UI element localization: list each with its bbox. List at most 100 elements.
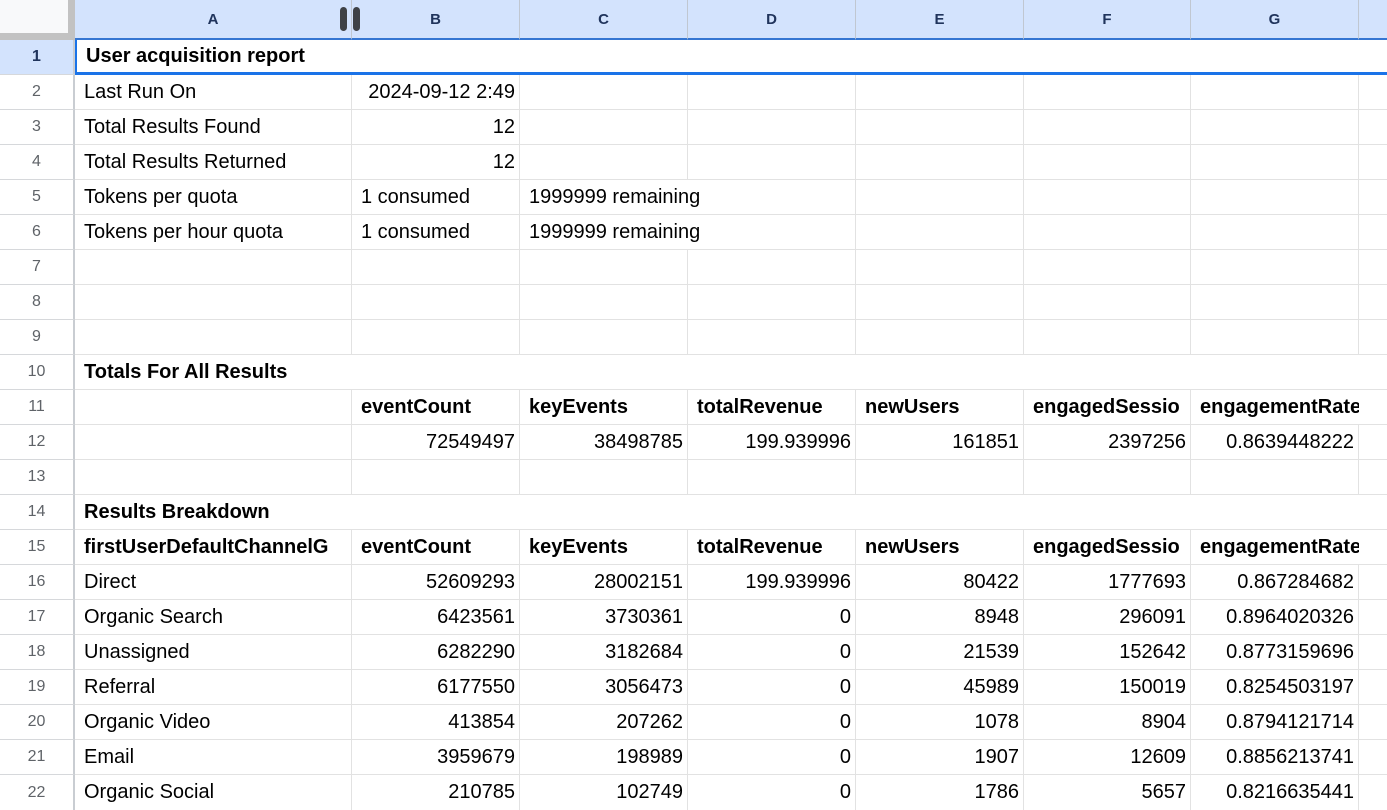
- cell-h8[interactable]: [1359, 285, 1387, 320]
- cell-h20[interactable]: [1359, 705, 1387, 740]
- select-all-corner[interactable]: [0, 0, 75, 40]
- cell-a2[interactable]: Last Run On: [75, 75, 352, 110]
- cell-d18[interactable]: 0: [688, 635, 856, 670]
- cell-e11[interactable]: newUsers: [856, 390, 1024, 425]
- cell-d17[interactable]: 0: [688, 600, 856, 635]
- row-header-15[interactable]: 15: [0, 530, 75, 565]
- cell-g8[interactable]: [1191, 285, 1359, 320]
- column-header-e[interactable]: E: [856, 0, 1024, 40]
- cell-a3[interactable]: Total Results Found: [75, 110, 352, 145]
- cell-c16[interactable]: 28002151: [520, 565, 688, 600]
- cell-a17[interactable]: Organic Search: [75, 600, 352, 635]
- cell-a1[interactable]: User acquisition report: [75, 40, 1387, 75]
- cell-d15[interactable]: totalRevenue: [688, 530, 856, 565]
- cell-h19[interactable]: [1359, 670, 1387, 705]
- cell-e20[interactable]: 1078: [856, 705, 1024, 740]
- cell-b13[interactable]: [352, 460, 520, 495]
- cell-g19[interactable]: 0.8254503197: [1191, 670, 1359, 705]
- column-header-a[interactable]: A: [75, 0, 352, 40]
- cell-e6[interactable]: [856, 215, 1024, 250]
- cell-d8[interactable]: [688, 285, 856, 320]
- cell-e4[interactable]: [856, 145, 1024, 180]
- cell-h13[interactable]: [1359, 460, 1387, 495]
- row-header-6[interactable]: 6: [0, 215, 75, 250]
- column-resize-handle-icon[interactable]: [340, 7, 360, 31]
- cell-a8[interactable]: [75, 285, 352, 320]
- cell-a22[interactable]: Organic Social: [75, 775, 352, 810]
- row-header-4[interactable]: 4: [0, 145, 75, 180]
- cell-g20[interactable]: 0.8794121714: [1191, 705, 1359, 740]
- cell-h7[interactable]: [1359, 250, 1387, 285]
- cell-c7[interactable]: [520, 250, 688, 285]
- cell-f21[interactable]: 12609: [1024, 740, 1191, 775]
- cell-g6[interactable]: [1191, 215, 1359, 250]
- cell-g15[interactable]: engagementRate: [1191, 530, 1359, 565]
- cell-g12[interactable]: 0.8639448222: [1191, 425, 1359, 460]
- cell-h4[interactable]: [1359, 145, 1387, 180]
- row-header-10[interactable]: 10: [0, 355, 75, 390]
- cell-a5[interactable]: Tokens per quota: [75, 180, 352, 215]
- cell-d16[interactable]: 199.939996: [688, 565, 856, 600]
- cell-h11[interactable]: [1359, 390, 1387, 425]
- column-header-f[interactable]: F: [1024, 0, 1191, 40]
- cell-c15[interactable]: keyEvents: [520, 530, 688, 565]
- cell-g5[interactable]: [1191, 180, 1359, 215]
- cell-c21[interactable]: 198989: [520, 740, 688, 775]
- cell-c11[interactable]: keyEvents: [520, 390, 688, 425]
- cell-f16[interactable]: 1777693: [1024, 565, 1191, 600]
- cell-e12[interactable]: 161851: [856, 425, 1024, 460]
- cell-c4[interactable]: [520, 145, 688, 180]
- cell-h2[interactable]: [1359, 75, 1387, 110]
- cell-e8[interactable]: [856, 285, 1024, 320]
- cell-b5[interactable]: 1 consumed: [352, 180, 520, 215]
- cell-d21[interactable]: 0: [688, 740, 856, 775]
- cell-e7[interactable]: [856, 250, 1024, 285]
- cell-b15[interactable]: eventCount: [352, 530, 520, 565]
- cell-a19[interactable]: Referral: [75, 670, 352, 705]
- cell-g4[interactable]: [1191, 145, 1359, 180]
- cell-a11[interactable]: [75, 390, 352, 425]
- cell-b11[interactable]: eventCount: [352, 390, 520, 425]
- cell-h12[interactable]: [1359, 425, 1387, 460]
- row-header-3[interactable]: 3: [0, 110, 75, 145]
- row-header-11[interactable]: 11: [0, 390, 75, 425]
- cell-f3[interactable]: [1024, 110, 1191, 145]
- cell-a12[interactable]: [75, 425, 352, 460]
- cell-h15[interactable]: [1359, 530, 1387, 565]
- row-header-22[interactable]: 22: [0, 775, 75, 810]
- row-header-21[interactable]: 21: [0, 740, 75, 775]
- cell-e19[interactable]: 45989: [856, 670, 1024, 705]
- cell-b16[interactable]: 52609293: [352, 565, 520, 600]
- cell-e15[interactable]: newUsers: [856, 530, 1024, 565]
- cell-d11[interactable]: totalRevenue: [688, 390, 856, 425]
- cell-h17[interactable]: [1359, 600, 1387, 635]
- cell-h6[interactable]: [1359, 215, 1387, 250]
- cell-h3[interactable]: [1359, 110, 1387, 145]
- cell-d4[interactable]: [688, 145, 856, 180]
- cell-b20[interactable]: 413854: [352, 705, 520, 740]
- cell-c5[interactable]: 1999999 remaining: [520, 180, 856, 215]
- cell-h5[interactable]: [1359, 180, 1387, 215]
- cell-d9[interactable]: [688, 320, 856, 355]
- cell-a9[interactable]: [75, 320, 352, 355]
- cell-e18[interactable]: 21539: [856, 635, 1024, 670]
- cell-d3[interactable]: [688, 110, 856, 145]
- cell-c6[interactable]: 1999999 remaining: [520, 215, 856, 250]
- cell-f13[interactable]: [1024, 460, 1191, 495]
- cell-c9[interactable]: [520, 320, 688, 355]
- row-header-9[interactable]: 9: [0, 320, 75, 355]
- row-header-5[interactable]: 5: [0, 180, 75, 215]
- cell-g16[interactable]: 0.867284682: [1191, 565, 1359, 600]
- cell-b3[interactable]: 12: [352, 110, 520, 145]
- cell-a6[interactable]: Tokens per hour quota: [75, 215, 352, 250]
- cell-a21[interactable]: Email: [75, 740, 352, 775]
- cell-a16[interactable]: Direct: [75, 565, 352, 600]
- cell-d2[interactable]: [688, 75, 856, 110]
- cell-e21[interactable]: 1907: [856, 740, 1024, 775]
- cell-e9[interactable]: [856, 320, 1024, 355]
- cell-c2[interactable]: [520, 75, 688, 110]
- cell-g18[interactable]: 0.8773159696: [1191, 635, 1359, 670]
- cell-f11[interactable]: engagedSessio: [1024, 390, 1191, 425]
- cell-a4[interactable]: Total Results Returned: [75, 145, 352, 180]
- cell-f20[interactable]: 8904: [1024, 705, 1191, 740]
